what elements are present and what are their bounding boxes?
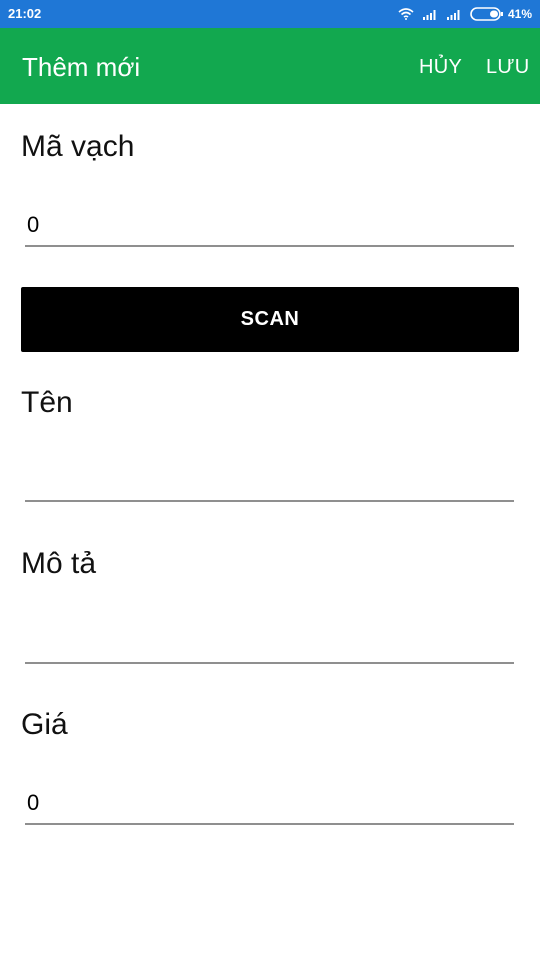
battery-icon	[470, 7, 504, 21]
description-input[interactable]	[25, 628, 514, 664]
app-bar: Thêm mới HỦY LƯU	[0, 28, 540, 104]
description-label: Mô tả	[21, 547, 97, 580]
signal-icon	[422, 8, 438, 20]
wifi-icon	[398, 8, 414, 20]
page-title: Thêm mới	[22, 52, 141, 82]
battery-percent: 41%	[507, 7, 532, 21]
name-label: Tên	[21, 386, 73, 419]
price-input[interactable]	[25, 789, 514, 825]
barcode-input[interactable]	[25, 211, 514, 247]
battery-indicator: 41%	[470, 7, 532, 21]
price-label: Giá	[21, 708, 68, 741]
status-icons: 41%	[398, 4, 532, 24]
signal-icon	[446, 8, 462, 20]
scan-button[interactable]: SCAN	[21, 287, 519, 352]
name-input[interactable]	[25, 466, 514, 502]
save-button[interactable]: LƯU	[486, 56, 530, 79]
barcode-label: Mã vạch	[21, 130, 135, 163]
status-bar: 21:02 41%	[0, 0, 540, 28]
cancel-button[interactable]: HỦY	[419, 56, 462, 79]
status-time: 21:02	[8, 6, 42, 21]
